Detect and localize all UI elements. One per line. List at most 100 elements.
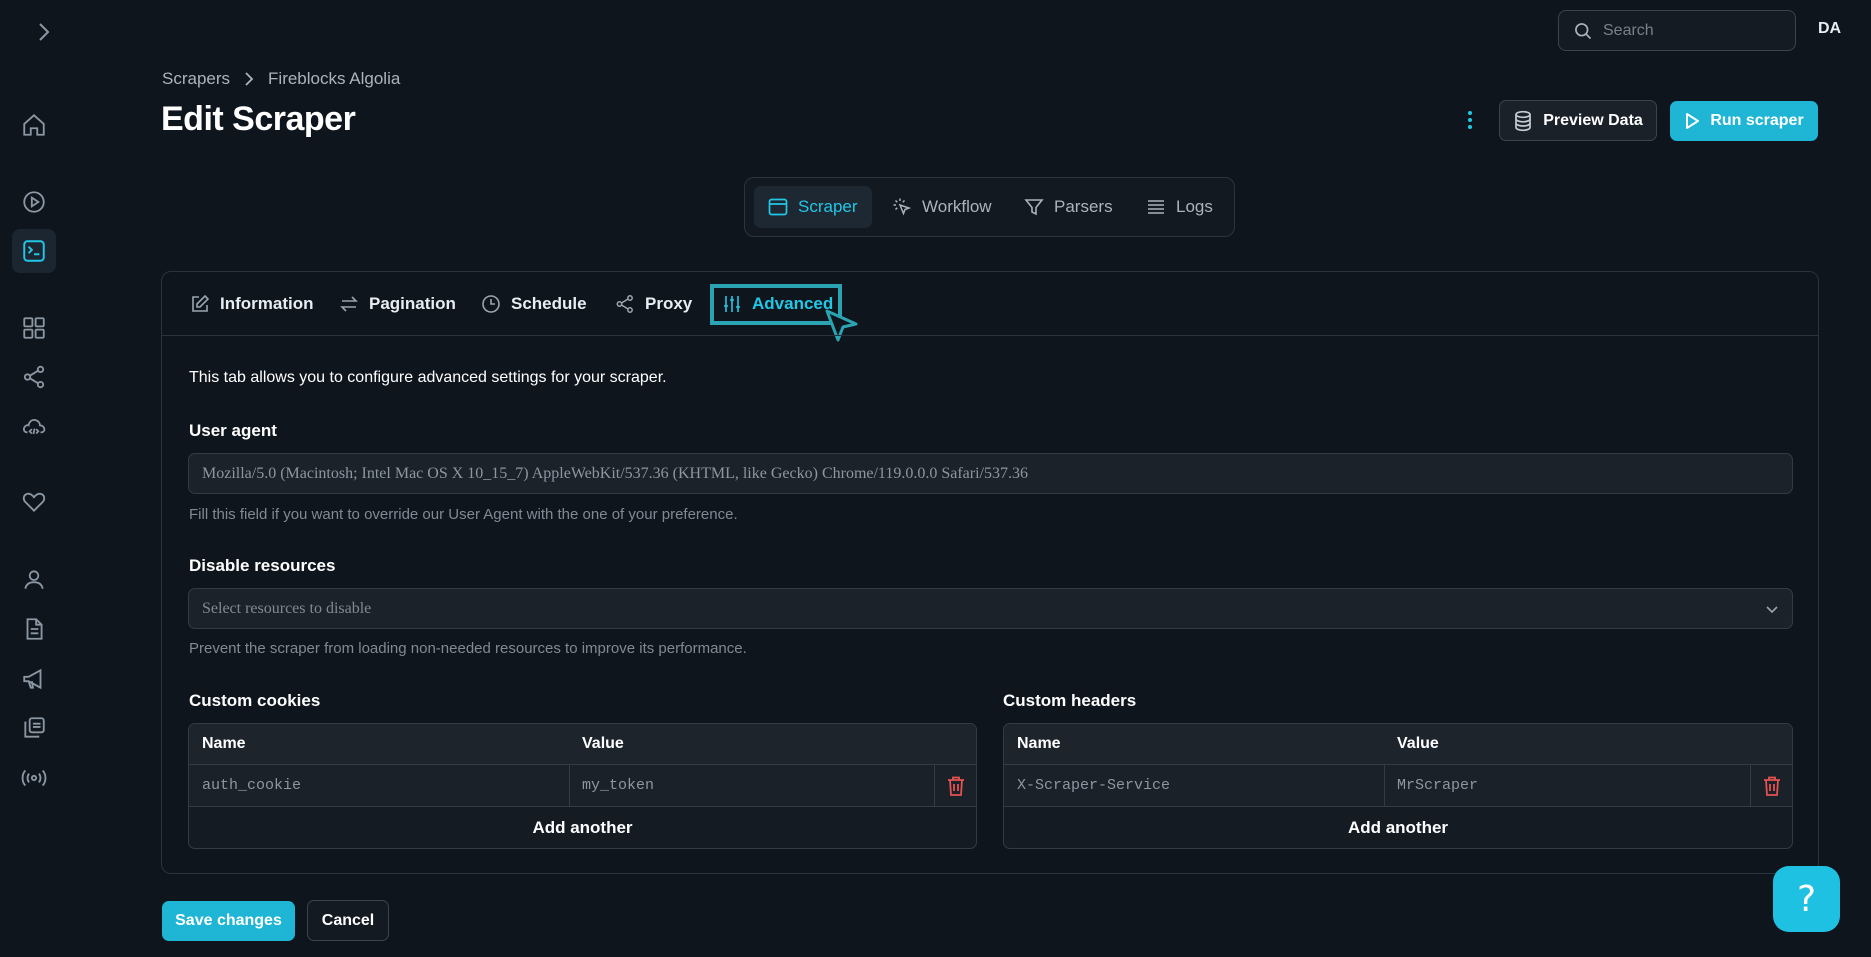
- user-icon: [21, 567, 47, 593]
- cookie-value-input[interactable]: [582, 777, 934, 794]
- preview-data-label: Preview Data: [1543, 111, 1643, 129]
- user-agent-label: User agent: [189, 421, 277, 440]
- tab-information-label: Information: [220, 294, 314, 313]
- search-input[interactable]: [1603, 21, 1783, 40]
- arrows-exchange-icon: [339, 294, 359, 314]
- help-button[interactable]: ?: [1773, 866, 1840, 932]
- sidebar-item-share[interactable]: [12, 355, 56, 399]
- header-name-cell[interactable]: [1004, 765, 1384, 806]
- cancel-button[interactable]: Cancel: [307, 900, 389, 941]
- tab-proxy[interactable]: Proxy: [615, 288, 692, 320]
- clock-icon: [481, 294, 501, 314]
- custom-cookies-table: Name Value Add another: [188, 723, 977, 849]
- disable-resources-placeholder: Select resources to disable: [202, 599, 372, 617]
- trash-icon[interactable]: [946, 775, 966, 797]
- search-icon: [1573, 21, 1593, 41]
- database-icon: [1513, 110, 1533, 132]
- table-header: Name Value: [1004, 724, 1792, 765]
- play-icon: [1684, 112, 1700, 130]
- column-name: Name: [202, 735, 246, 752]
- cursor-click-icon: [892, 197, 912, 217]
- sidebar-item-dashboard[interactable]: [12, 306, 56, 350]
- tab-information[interactable]: Information: [190, 288, 314, 320]
- tab-schedule[interactable]: Schedule: [481, 288, 587, 320]
- tab-pagination[interactable]: Pagination: [339, 288, 456, 320]
- add-header-button[interactable]: Add another: [1004, 807, 1792, 848]
- chevron-down-icon: [1764, 601, 1780, 617]
- custom-headers-table: Name Value Add another: [1003, 723, 1793, 849]
- breadcrumb: Scrapers Fireblocks Algolia: [162, 69, 400, 89]
- play-circle-icon: [21, 189, 47, 215]
- document-icon: [21, 616, 47, 642]
- chevron-right-icon[interactable]: [28, 18, 60, 46]
- broadcast-icon: [20, 765, 48, 791]
- sidebar-item-cloud-code[interactable]: [12, 405, 56, 449]
- tab-divider: [162, 335, 1818, 336]
- chevron-right-icon: [244, 72, 254, 86]
- cloud-code-icon: [21, 414, 47, 440]
- header-value-input[interactable]: [1397, 777, 1750, 794]
- cookie-name-cell[interactable]: [189, 765, 569, 806]
- tab-scraper-label: Scraper: [798, 197, 858, 216]
- cell-divider: [1750, 765, 1751, 806]
- megaphone-icon: [21, 666, 47, 692]
- sidebar: [0, 0, 70, 957]
- sidebar-item-play[interactable]: [12, 180, 56, 224]
- sidebar-item-copies[interactable]: [12, 706, 56, 750]
- table-header: Name Value: [189, 724, 976, 765]
- sidebar-item-scrapers[interactable]: [12, 229, 56, 273]
- user-agent-field[interactable]: [188, 453, 1793, 494]
- cell-divider: [934, 765, 935, 806]
- custom-cookies-label: Custom cookies: [189, 691, 321, 710]
- cookie-value-cell[interactable]: [569, 765, 934, 806]
- sidebar-item-account[interactable]: [12, 558, 56, 602]
- terminal-icon: [21, 238, 47, 264]
- disable-resources-help: Prevent the scraper from loading non-nee…: [189, 640, 747, 657]
- sidebar-item-docs[interactable]: [12, 607, 56, 651]
- settings-panel: Information Pagination Schedule Proxy Ad…: [161, 271, 1819, 874]
- share-icon: [21, 364, 47, 390]
- sidebar-item-favorites[interactable]: [12, 480, 56, 524]
- trash-icon[interactable]: [1762, 775, 1782, 797]
- column-name: Name: [1017, 735, 1061, 752]
- sidebar-item-home[interactable]: [12, 103, 56, 147]
- disable-resources-label: Disable resources: [189, 556, 336, 575]
- breadcrumb-current: Fireblocks Algolia: [268, 69, 401, 88]
- disable-resources-select[interactable]: Select resources to disable: [188, 588, 1793, 629]
- tab-workflow-label: Workflow: [922, 197, 992, 216]
- save-changes-button[interactable]: Save changes: [162, 901, 295, 941]
- heart-icon: [21, 489, 47, 515]
- tab-logs[interactable]: Logs: [1132, 186, 1227, 228]
- sidebar-item-broadcast[interactable]: [12, 756, 56, 800]
- tab-schedule-label: Schedule: [511, 294, 587, 313]
- filter-icon: [1024, 197, 1044, 217]
- cookie-name-input[interactable]: [202, 777, 569, 794]
- question-mark-icon: ?: [1796, 878, 1817, 920]
- table-row: [1004, 765, 1792, 807]
- column-value: Value: [1397, 735, 1439, 752]
- sidebar-item-announcements[interactable]: [12, 657, 56, 701]
- edit-icon: [190, 294, 210, 314]
- copy-icon: [21, 715, 47, 741]
- mouse-cursor-icon: [824, 309, 858, 343]
- user-agent-help: Fill this field if you want to override …: [189, 506, 738, 523]
- run-scraper-button[interactable]: Run scraper: [1670, 101, 1818, 141]
- editor-tabs: Scraper Workflow Parsers Logs: [744, 177, 1235, 237]
- grid-icon: [21, 315, 47, 341]
- add-cookie-button[interactable]: Add another: [189, 807, 976, 848]
- share-icon: [615, 294, 635, 314]
- header-name-input[interactable]: [1017, 777, 1384, 794]
- header-value-cell[interactable]: [1384, 765, 1750, 806]
- preview-data-button[interactable]: Preview Data: [1499, 100, 1657, 141]
- tab-workflow[interactable]: Workflow: [878, 186, 1006, 228]
- tab-parsers[interactable]: Parsers: [1010, 186, 1127, 228]
- breadcrumb-root[interactable]: Scrapers: [162, 69, 230, 89]
- tab-scraper[interactable]: Scraper: [754, 186, 872, 228]
- tab-logs-label: Logs: [1176, 197, 1213, 216]
- search-box[interactable]: [1558, 10, 1796, 51]
- tab-proxy-label: Proxy: [645, 294, 693, 313]
- advanced-intro: This tab allows you to configure advance…: [189, 369, 667, 386]
- avatar[interactable]: DA: [1818, 20, 1841, 38]
- more-vertical-icon[interactable]: [1466, 108, 1474, 136]
- user-agent-input[interactable]: [202, 464, 1792, 483]
